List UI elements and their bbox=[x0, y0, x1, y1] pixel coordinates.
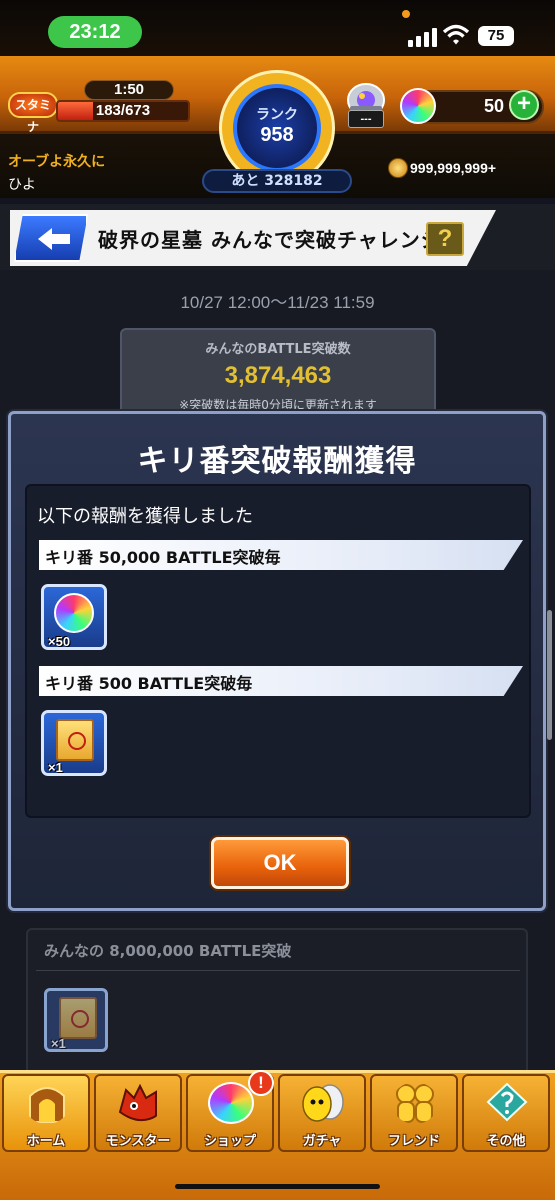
wifi-icon bbox=[443, 24, 469, 45]
reward-dialog: キリ番突破報酬獲得 以下の報酬を獲得しました キリ番 50,000 BATTLE… bbox=[8, 411, 546, 911]
back-button[interactable] bbox=[14, 214, 88, 262]
reward-header-label: キリ番 50,000 BATTLE突破毎 bbox=[45, 548, 281, 567]
add-orbs-button[interactable]: + bbox=[509, 90, 539, 120]
app-screen: 23:12 75 スタミナ 1:50 183/673 ランク 958 あと 32… bbox=[0, 0, 555, 1200]
home-indicator[interactable] bbox=[175, 1184, 380, 1189]
rainbow-orb-icon bbox=[54, 593, 94, 633]
shop-notification-badge: ! bbox=[248, 1070, 274, 1096]
rank-next-exp: あと 328182 bbox=[202, 169, 352, 193]
milestone-card: みんなの 8,000,000 BATTLE突破 ×1 bbox=[26, 928, 528, 1080]
event-period: 10/27 12:00〜11/23 11:59 bbox=[180, 293, 375, 312]
home-icon bbox=[29, 1087, 65, 1123]
milestone-title: みんなの 8,000,000 BATTLE突破 bbox=[44, 942, 292, 960]
gacha-egg-icon bbox=[302, 1084, 344, 1122]
reward-qty: ×1 bbox=[48, 760, 63, 775]
help-button[interactable]: ? bbox=[426, 222, 464, 256]
reward-header: キリ番 50,000 BATTLE突破毎 bbox=[39, 540, 523, 570]
reward-header-label: キリ番 500 BATTLE突破毎 bbox=[45, 674, 253, 693]
rank-badge: ランク 958 bbox=[233, 84, 321, 172]
page-title: 破界の星墓 みんなで突破チャレンジ bbox=[98, 228, 442, 252]
player-title: オーブよ永久に bbox=[8, 154, 106, 170]
stamina-bar[interactable]: 183/673 bbox=[56, 100, 190, 122]
nav-monster[interactable]: モンスター bbox=[94, 1074, 182, 1152]
reward-item[interactable]: ×50 bbox=[41, 584, 107, 650]
scroll-icon bbox=[56, 719, 94, 761]
nav-label: ホーム bbox=[26, 1134, 66, 1149]
nav-label: モンスター bbox=[105, 1134, 171, 1149]
recording-indicator-icon bbox=[402, 10, 410, 18]
battery-indicator: 75 bbox=[478, 26, 514, 46]
nav-label: ショップ bbox=[203, 1134, 256, 1149]
nav-gacha[interactable]: ガチャ bbox=[278, 1074, 366, 1152]
nav-label: フレンド bbox=[387, 1134, 440, 1149]
shop-orb-icon bbox=[208, 1082, 254, 1124]
stamina-value: 183/673 bbox=[95, 102, 151, 119]
status-time: 23:12 bbox=[48, 16, 142, 48]
battle-count-card: みんなのBATTLE突破数 3,874,463 ※突破数は毎時0分頃に更新されま… bbox=[120, 328, 436, 418]
rank-value: 958 bbox=[260, 124, 294, 146]
battle-count-title: みんなのBATTLE突破数 bbox=[205, 342, 351, 357]
dialog-title: キリ番突破報酬獲得 bbox=[137, 444, 417, 479]
reward-qty: ×50 bbox=[48, 634, 71, 649]
nav-label: その他 bbox=[486, 1134, 526, 1149]
nav-other[interactable]: その他 bbox=[462, 1074, 550, 1152]
other-icon bbox=[486, 1082, 528, 1122]
reward-header: キリ番 500 BATTLE突破毎 bbox=[39, 666, 523, 696]
back-arrow-icon bbox=[38, 228, 70, 250]
coin-count: 999,999,999+ bbox=[410, 160, 497, 176]
machine-label: --- bbox=[348, 110, 384, 128]
coin-icon bbox=[388, 158, 408, 178]
milestone-reward-item[interactable]: ×1 bbox=[44, 988, 108, 1052]
dialog-panel: 以下の報酬を獲得しました キリ番 50,000 BATTLE突破毎 ×50 キリ… bbox=[25, 484, 531, 818]
scrollbar[interactable] bbox=[547, 610, 552, 740]
monster-icon bbox=[118, 1083, 157, 1122]
nav-home[interactable]: ホーム bbox=[2, 1074, 90, 1152]
dialog-message: 以下の報酬を獲得しました bbox=[37, 506, 253, 527]
milestone-reward-qty: ×1 bbox=[51, 1036, 66, 1051]
rank-label: ランク bbox=[256, 107, 298, 123]
nav-label: ガチャ bbox=[302, 1134, 342, 1149]
status-bar: 23:12 75 bbox=[0, 0, 555, 56]
friends-icon bbox=[396, 1084, 434, 1123]
divider bbox=[36, 970, 520, 971]
battle-count-value: 3,874,463 bbox=[224, 362, 332, 389]
player-name: ひよ bbox=[8, 177, 36, 193]
scroll-icon bbox=[59, 997, 97, 1039]
orb-count: 50 bbox=[483, 96, 504, 116]
ok-button[interactable]: OK bbox=[211, 837, 349, 889]
nav-friends[interactable]: フレンド bbox=[370, 1074, 458, 1152]
cellular-signal-icon bbox=[408, 28, 437, 47]
rainbow-orb-icon bbox=[400, 88, 436, 124]
stamina-label: スタミナ bbox=[8, 92, 58, 134]
reward-item[interactable]: ×1 bbox=[41, 710, 107, 776]
stamina-timer: 1:50 bbox=[84, 80, 174, 100]
